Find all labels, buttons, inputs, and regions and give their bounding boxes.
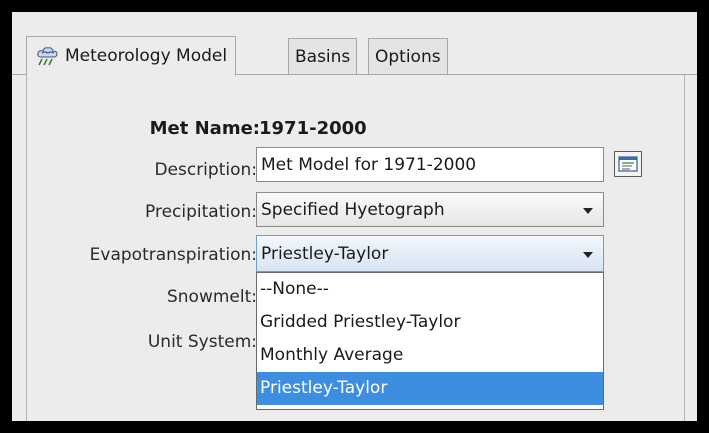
unit-system-label: Unit System: — [147, 332, 257, 352]
precipitation-label: Precipitation: — [145, 202, 257, 222]
evapotranspiration-dropdown-list: --None-- Gridded Priestley-Taylor Monthl… — [256, 272, 604, 410]
evapotranspiration-label: Evapotranspiration: — [89, 245, 257, 265]
tab-options[interactable]: Options — [368, 38, 448, 75]
met-name-label: Met Name: — [149, 118, 260, 139]
snowmelt-label: Snowmelt: — [166, 287, 257, 307]
tab-label: Options — [375, 47, 441, 67]
tab-label: Meteorology Model — [65, 46, 228, 66]
tab-label: Basins — [295, 47, 351, 67]
evapotranspiration-select[interactable]: Priestley-Taylor — [256, 235, 604, 272]
evapotranspiration-selected-value: Priestley-Taylor — [261, 243, 389, 264]
description-editor-button[interactable] — [614, 151, 642, 177]
precipitation-select[interactable]: Specified Hyetograph — [256, 192, 604, 227]
tab-basins[interactable]: Basins — [288, 38, 358, 75]
chevron-down-icon — [583, 251, 593, 258]
chevron-down-icon — [583, 207, 593, 214]
dropdown-option-priestley-taylor[interactable]: Priestley-Taylor — [257, 372, 603, 405]
tab-meteorology-model[interactable]: Meteorology Model — [26, 36, 237, 76]
meteorology-cloud-icon — [35, 45, 61, 67]
description-label: Description: — [154, 160, 257, 180]
dropdown-option-none[interactable]: --None-- — [257, 273, 603, 306]
met-name-value: 1971-2000 — [259, 118, 367, 139]
description-editor-icon — [618, 156, 638, 172]
dropdown-option-gridded-priestley-taylor[interactable]: Gridded Priestley-Taylor — [257, 306, 603, 339]
precipitation-selected-value: Specified Hyetograph — [261, 199, 445, 220]
dropdown-option-monthly-average[interactable]: Monthly Average — [257, 339, 603, 372]
description-field[interactable]: Met Model for 1971-2000 — [256, 147, 604, 182]
